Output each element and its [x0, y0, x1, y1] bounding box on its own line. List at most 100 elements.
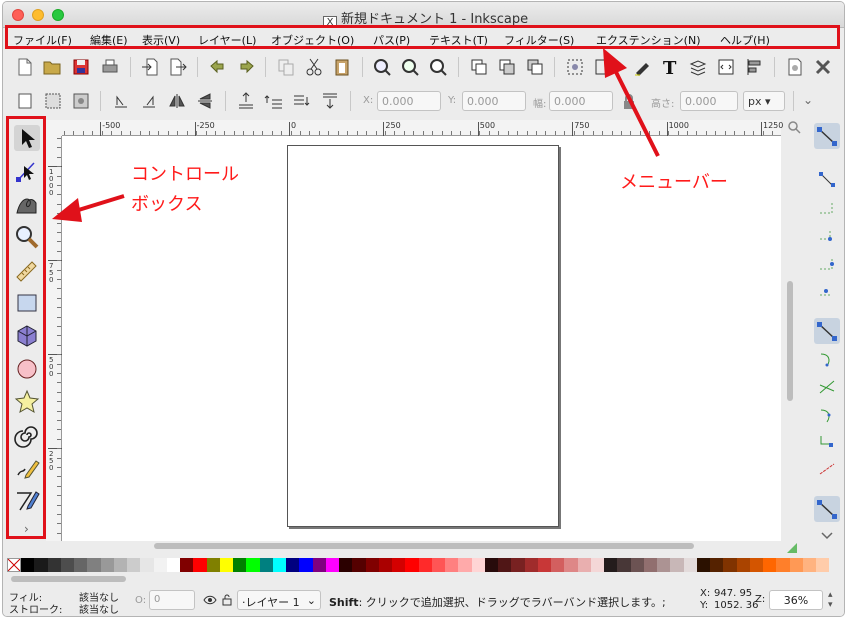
lower-icon[interactable] — [292, 91, 312, 111]
duplicate-icon[interactable] — [469, 57, 489, 77]
color-swatch[interactable] — [180, 558, 194, 572]
color-swatch[interactable] — [471, 558, 485, 572]
width-field[interactable]: 0.000 — [549, 91, 613, 111]
color-swatch[interactable] — [113, 558, 127, 572]
vertical-scrollbar[interactable] — [786, 136, 794, 541]
flip-horizontal-icon[interactable] — [167, 91, 187, 111]
select-all-icon[interactable] — [15, 91, 35, 111]
close-window-button[interactable] — [12, 9, 24, 21]
copy-icon[interactable] — [276, 57, 296, 77]
zoom-drawing-icon[interactable] — [400, 57, 420, 77]
ungroup-icon[interactable] — [593, 57, 613, 77]
color-swatch[interactable] — [564, 558, 578, 572]
color-swatch[interactable] — [484, 558, 498, 572]
deselect-icon[interactable] — [71, 91, 91, 111]
color-swatch[interactable] — [365, 558, 379, 572]
unit-select[interactable]: px ▾ — [743, 91, 785, 111]
color-swatch[interactable] — [312, 558, 326, 572]
group-icon[interactable] — [565, 57, 585, 77]
color-swatch[interactable] — [577, 558, 591, 572]
color-swatch[interactable] — [816, 558, 830, 572]
color-swatch[interactable] — [60, 558, 74, 572]
new-document-icon[interactable] — [15, 57, 35, 77]
lower-to-bottom-icon[interactable] — [320, 91, 340, 111]
color-swatch[interactable] — [723, 558, 737, 572]
color-manage-icon[interactable] — [786, 542, 798, 554]
color-swatch[interactable] — [537, 558, 551, 572]
color-swatch[interactable] — [21, 558, 35, 572]
color-swatch[interactable] — [100, 558, 114, 572]
horizontal-scroll-thumb[interactable] — [154, 543, 694, 549]
zoom-stepper[interactable]: ▴ ▾ — [828, 590, 833, 610]
snap-path-icon[interactable] — [817, 349, 837, 369]
y-coordinate-field[interactable]: 0.000 — [462, 91, 526, 111]
paste-icon[interactable] — [332, 57, 352, 77]
color-swatch[interactable] — [74, 558, 88, 572]
zoom-corner-icon[interactable] — [787, 120, 801, 134]
vertical-scroll-thumb[interactable] — [787, 281, 793, 401]
color-swatch[interactable] — [286, 558, 300, 572]
color-swatch[interactable] — [617, 558, 631, 572]
color-swatch[interactable] — [378, 558, 392, 572]
zoom-page-icon[interactable] — [428, 57, 448, 77]
color-swatch[interactable] — [87, 558, 101, 572]
rotate-ccw-icon[interactable] — [111, 91, 131, 111]
print-icon[interactable] — [100, 57, 120, 77]
color-swatch[interactable] — [392, 558, 406, 572]
document-page[interactable] — [287, 145, 559, 527]
snap-midpoints-icon[interactable] — [817, 459, 837, 479]
color-swatch[interactable] — [710, 558, 724, 572]
color-swatch[interactable] — [272, 558, 286, 572]
export-icon[interactable] — [168, 57, 188, 77]
eye-visibility-icon[interactable] — [203, 594, 217, 606]
color-swatch[interactable] — [193, 558, 207, 572]
color-swatch[interactable] — [802, 558, 816, 572]
color-swatch[interactable] — [246, 558, 260, 572]
color-swatch[interactable] — [431, 558, 445, 572]
import-icon[interactable] — [140, 57, 160, 77]
unlink-clone-icon[interactable] — [525, 57, 545, 77]
color-swatch[interactable] — [458, 558, 472, 572]
color-swatch[interactable] — [339, 558, 353, 572]
palette-scrollbar[interactable] — [7, 574, 844, 584]
color-swatch[interactable] — [219, 558, 233, 572]
snap-others-icon[interactable] — [814, 496, 840, 522]
zoom-field[interactable]: 36% — [769, 590, 823, 610]
cut-icon[interactable] — [304, 57, 324, 77]
color-swatch[interactable] — [418, 558, 432, 572]
snap-bbox-icon[interactable] — [817, 169, 837, 189]
color-swatch[interactable] — [34, 558, 48, 572]
rotate-cw-icon[interactable] — [139, 91, 159, 111]
color-swatch[interactable] — [325, 558, 339, 572]
color-swatch[interactable] — [590, 558, 604, 572]
color-swatch[interactable] — [206, 558, 220, 572]
color-swatch[interactable] — [749, 558, 763, 572]
no-paint-swatch[interactable] — [7, 558, 21, 572]
color-swatch[interactable] — [643, 558, 657, 572]
horizontal-scrollbar[interactable] — [62, 541, 781, 551]
clone-icon[interactable] — [497, 57, 517, 77]
snap-intersection-icon[interactable] — [817, 377, 837, 397]
color-swatch[interactable] — [445, 558, 459, 572]
color-swatch[interactable] — [736, 558, 750, 572]
redo-icon[interactable] — [236, 57, 256, 77]
zoom-selection-icon[interactable] — [372, 57, 392, 77]
palette-scroll-thumb[interactable] — [11, 576, 126, 582]
stroke-value[interactable]: 該当なし — [79, 601, 119, 616]
preferences-icon[interactable] — [813, 57, 833, 77]
layer-select[interactable]: ·レイヤー 1 ⌄ — [237, 590, 321, 610]
document-properties-icon[interactable] — [785, 57, 805, 77]
snap-bbox-center-icon[interactable] — [817, 281, 837, 301]
color-swatch[interactable] — [763, 558, 777, 572]
color-swatch[interactable] — [511, 558, 525, 572]
x-coordinate-field[interactable]: 0.000 — [377, 91, 441, 111]
open-folder-icon[interactable] — [42, 57, 62, 77]
zoom-window-button[interactable] — [52, 9, 64, 21]
snap-nodes-icon[interactable] — [814, 318, 840, 344]
color-swatch[interactable] — [352, 558, 366, 572]
color-swatch[interactable] — [153, 558, 167, 572]
color-swatch[interactable] — [405, 558, 419, 572]
text-font-icon[interactable]: T — [660, 57, 680, 77]
snap-more-icon[interactable] — [817, 529, 837, 543]
color-swatch[interactable] — [140, 558, 154, 572]
